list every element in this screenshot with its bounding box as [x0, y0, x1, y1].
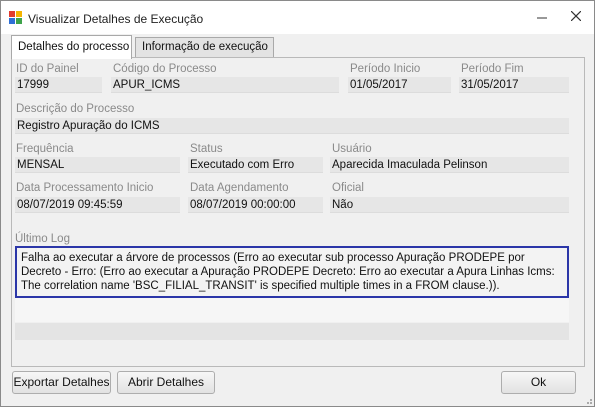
window-title: Visualizar Detalhes de Execução [28, 12, 204, 26]
frequencia-value: MENSAL [15, 157, 180, 173]
periodo-inicio-label: Período Inicio [350, 63, 421, 75]
resize-grip-icon[interactable] [583, 395, 593, 405]
periodo-fim-label: Período Fim [461, 63, 524, 75]
dialog-window: Visualizar Detalhes de Execução Detalhes… [0, 0, 595, 407]
descricao-value: Registro Apuração do ICMS [15, 118, 569, 134]
data-agendamento-label: Data Agendamento [190, 182, 289, 194]
codigo-processo-label: Código do Processo [113, 63, 217, 75]
descricao-label: Descrição do Processo [16, 103, 135, 115]
export-details-button[interactable]: Exportar Detalhes [12, 371, 111, 394]
codigo-processo-value: APUR_ICMS [111, 77, 339, 93]
status-label: Status [190, 143, 223, 155]
usuario-label: Usuário [332, 143, 372, 155]
app-icon [9, 11, 22, 24]
frequencia-label: Frequência [16, 143, 74, 155]
tab-process-details[interactable]: Detalhes do processo [11, 35, 132, 59]
title-bar[interactable]: Visualizar Detalhes de Execução [1, 1, 594, 34]
status-value: Executado com Erro [188, 157, 323, 173]
tab-execution-info[interactable]: Informação de execução [135, 37, 274, 57]
data-proc-inicio-value: 08/07/2019 09:45:59 [15, 197, 180, 213]
ultimo-log-text[interactable]: Falha ao executar a árvore de processos … [15, 246, 569, 298]
close-icon [570, 10, 582, 22]
close-button[interactable] [565, 7, 587, 27]
log-area-blank [15, 298, 569, 322]
ok-button[interactable]: Ok [501, 371, 576, 394]
periodo-fim-value: 31/05/2017 [459, 77, 569, 93]
id-painel-label: ID do Painel [16, 63, 79, 75]
data-proc-inicio-label: Data Processamento Inicio [16, 182, 154, 194]
log-horizontal-scrollbar[interactable] [15, 323, 569, 340]
details-panel: ID do Painel 17999 Código do Processo AP… [11, 57, 585, 367]
data-agendamento-value: 08/07/2019 00:00:00 [188, 197, 323, 213]
minimize-icon [537, 17, 547, 19]
usuario-value: Aparecida Imaculada Pelinson [330, 157, 569, 173]
oficial-value: Não [330, 197, 569, 213]
minimize-button[interactable] [531, 7, 553, 27]
periodo-inicio-value: 01/05/2017 [348, 77, 451, 93]
oficial-label: Oficial [332, 182, 364, 194]
id-painel-value: 17999 [15, 77, 102, 93]
ultimo-log-label: Último Log [15, 233, 70, 245]
open-details-button[interactable]: Abrir Detalhes [117, 371, 215, 394]
